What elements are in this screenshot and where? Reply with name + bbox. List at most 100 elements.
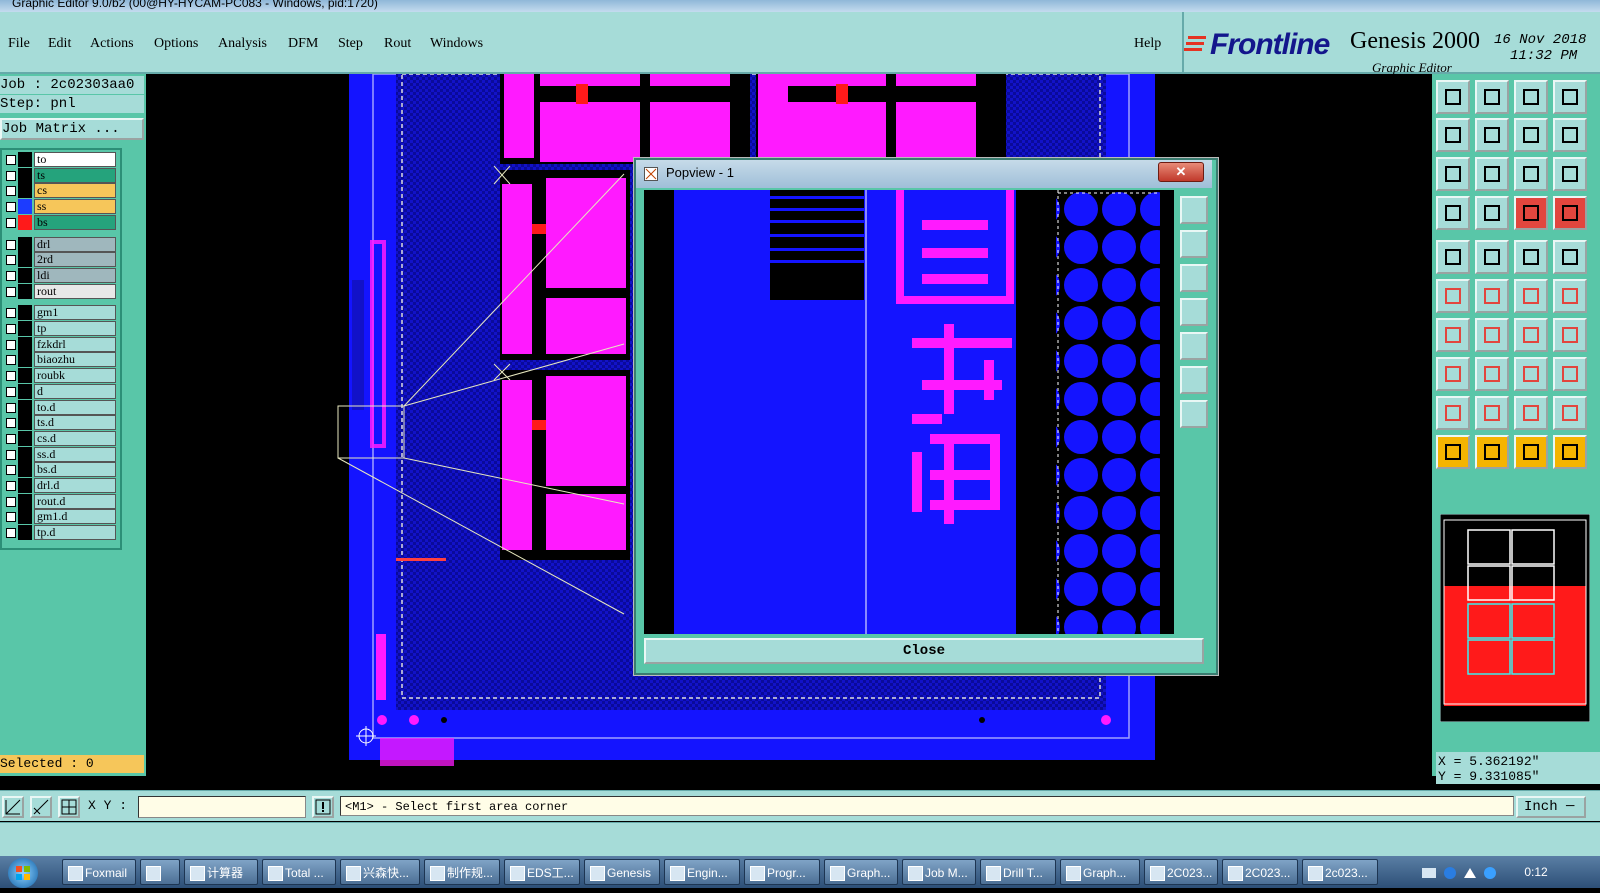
tool-button[interactable]: [1514, 435, 1548, 469]
popview-tool-button[interactable]: [1180, 230, 1208, 258]
tool-button[interactable]: [1436, 118, 1470, 152]
taskbar-item[interactable]: EDS工...: [504, 859, 580, 885]
taskbar-item[interactable]: 制作规...: [424, 859, 500, 885]
layer-row[interactable]: ldi: [2, 267, 118, 283]
layer-checkbox[interactable]: [6, 286, 16, 297]
layer-row[interactable]: cs.d: [2, 430, 118, 446]
tool-button[interactable]: [1475, 396, 1509, 430]
layer-row[interactable]: biaozhu: [2, 352, 118, 368]
layer-row[interactable]: gm1.d: [2, 509, 118, 525]
layer-row[interactable]: rout.d: [2, 493, 118, 509]
layer-row[interactable]: ss.d: [2, 446, 118, 462]
taskbar-item[interactable]: Engin...: [664, 859, 740, 885]
tool-button[interactable]: [1514, 279, 1548, 313]
tool-button[interactable]: [1475, 80, 1509, 114]
taskbar-item[interactable]: 2C023...: [1222, 859, 1298, 885]
popview-tool-button[interactable]: [1180, 332, 1208, 360]
layer-checkbox[interactable]: [6, 386, 16, 397]
tool-button[interactable]: [1436, 240, 1470, 274]
tool-button[interactable]: [1475, 279, 1509, 313]
layer-checkbox[interactable]: [6, 324, 16, 334]
tool-button[interactable]: [1514, 396, 1548, 430]
tool-button[interactable]: [1436, 196, 1470, 230]
tool-button[interactable]: [1553, 157, 1587, 191]
taskbar-item[interactable]: Graph...: [1060, 859, 1140, 885]
tool-button[interactable]: [1514, 80, 1548, 114]
taskbar-item[interactable]: 2c023...: [1302, 859, 1378, 885]
system-tray-icons[interactable]: [1420, 864, 1500, 882]
tool-button[interactable]: [1514, 157, 1548, 191]
tool-button[interactable]: [1553, 435, 1587, 469]
layer-checkbox[interactable]: [6, 481, 16, 491]
taskbar-item[interactable]: 计算器: [184, 859, 258, 885]
layer-checkbox[interactable]: [6, 255, 16, 266]
layer-row[interactable]: tp.d: [2, 525, 118, 541]
tool-button[interactable]: [1514, 240, 1548, 274]
layer-row[interactable]: drl.d: [2, 478, 118, 493]
layer-row[interactable]: roubk: [2, 368, 118, 384]
tool-button[interactable]: [1475, 118, 1509, 152]
taskbar-item[interactable]: Progr...: [744, 859, 820, 885]
layer-checkbox[interactable]: [6, 186, 16, 197]
menu-help[interactable]: Help: [1134, 36, 1161, 52]
tool-button[interactable]: [1475, 196, 1509, 230]
popview-close-button[interactable]: Close: [644, 638, 1204, 664]
layer-checkbox[interactable]: [6, 418, 16, 429]
layer-row[interactable]: bs.d: [2, 462, 118, 478]
tool-button[interactable]: [1553, 240, 1587, 274]
layer-checkbox[interactable]: [6, 402, 16, 413]
layer-row[interactable]: bs: [2, 214, 118, 230]
layer-checkbox[interactable]: [6, 217, 16, 228]
layer-row[interactable]: to.d: [2, 399, 118, 415]
tool-button[interactable]: [1475, 157, 1509, 191]
overview-minimap[interactable]: [1440, 514, 1590, 722]
taskbar-item[interactable]: [140, 859, 180, 885]
layer-row[interactable]: 2rd: [2, 252, 118, 268]
tool-button[interactable]: [1514, 196, 1548, 230]
layer-row[interactable]: ts.d: [2, 415, 118, 431]
menu-dfm[interactable]: DFM: [288, 36, 318, 52]
snap-tool-button[interactable]: [2, 796, 24, 818]
taskbar-item[interactable]: 2C023...: [1144, 859, 1218, 885]
menu-step[interactable]: Step: [338, 36, 363, 52]
layer-checkbox[interactable]: [6, 270, 16, 281]
tool-button[interactable]: [1436, 157, 1470, 191]
snap-diagonal-button[interactable]: [30, 796, 52, 818]
snap-grid-button[interactable]: [58, 796, 80, 818]
taskbar-item[interactable]: Drill T...: [980, 859, 1056, 885]
tool-button[interactable]: [1475, 240, 1509, 274]
layer-checkbox[interactable]: [6, 155, 16, 165]
layer-checkbox[interactable]: [6, 512, 16, 523]
layer-checkbox[interactable]: [6, 433, 16, 444]
menu-edit[interactable]: Edit: [48, 36, 71, 52]
layer-row[interactable]: ts: [2, 167, 118, 183]
tool-button[interactable]: [1436, 357, 1470, 391]
layer-checkbox[interactable]: [6, 449, 16, 460]
layer-row[interactable]: rout: [2, 283, 118, 299]
taskbar-item[interactable]: Total ...: [262, 859, 336, 885]
popview-title-bar[interactable]: Popview - 1 ✕: [636, 160, 1212, 188]
tool-button[interactable]: [1514, 357, 1548, 391]
layer-checkbox[interactable]: [6, 308, 16, 319]
xy-input[interactable]: [138, 796, 306, 818]
menu-analysis[interactable]: Analysis: [218, 36, 267, 52]
tool-button[interactable]: [1553, 279, 1587, 313]
tool-button[interactable]: [1553, 357, 1587, 391]
tool-button[interactable]: [1553, 196, 1587, 230]
taskbar-item[interactable]: Genesis: [584, 859, 660, 885]
menu-actions[interactable]: Actions: [90, 36, 134, 52]
taskbar-item[interactable]: Job M...: [902, 859, 976, 885]
menu-options[interactable]: Options: [154, 36, 198, 52]
menu-rout[interactable]: Rout: [384, 36, 411, 52]
menu-windows[interactable]: Windows: [430, 36, 483, 52]
tool-button[interactable]: [1514, 118, 1548, 152]
layer-checkbox[interactable]: [6, 239, 16, 250]
menu-file[interactable]: File: [8, 36, 30, 52]
layer-checkbox[interactable]: [6, 170, 16, 181]
layer-row[interactable]: tp: [2, 321, 118, 336]
taskbar-item[interactable]: Foxmail: [62, 859, 136, 885]
tool-button[interactable]: [1514, 318, 1548, 352]
tool-button[interactable]: [1475, 318, 1509, 352]
alert-button[interactable]: [312, 796, 334, 818]
layer-checkbox[interactable]: [6, 496, 16, 507]
